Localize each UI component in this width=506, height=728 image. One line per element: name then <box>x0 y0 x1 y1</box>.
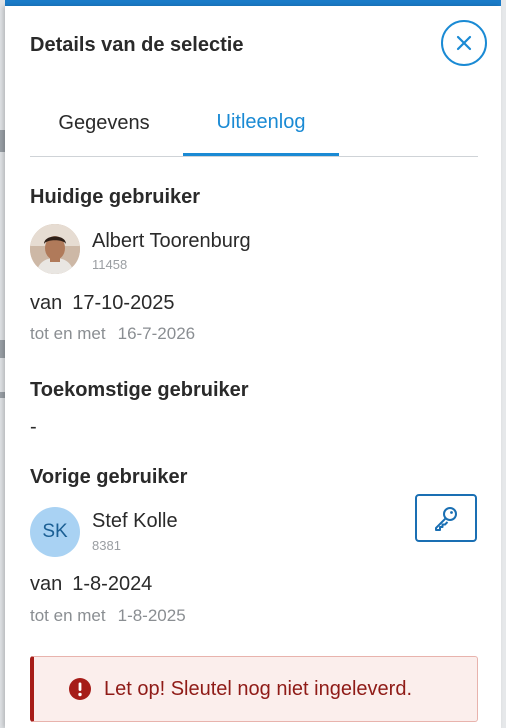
close-button[interactable] <box>441 20 487 66</box>
tab-bar: Gegevens Uitleenlog <box>30 92 478 157</box>
tab-uitleenlog[interactable]: Uitleenlog <box>183 92 339 156</box>
current-user-name: Albert Toorenburg <box>92 230 251 252</box>
previous-user-name: Stef Kolle <box>92 510 178 532</box>
until-label: tot en met <box>30 606 106 625</box>
future-user-heading: Toekomstige gebruiker <box>30 379 249 401</box>
avatar: SK <box>30 507 80 557</box>
exclamation-circle-icon <box>68 677 92 701</box>
from-label: van <box>30 573 63 595</box>
previous-user-id: 8381 <box>92 538 121 553</box>
current-user-heading: Huidige gebruiker <box>30 186 201 208</box>
future-user-value: - <box>30 416 37 438</box>
close-icon <box>456 35 472 51</box>
current-user-until: tot en met 16-7-2026 <box>30 324 195 344</box>
current-user-from: van 17-10-2025 <box>30 292 175 315</box>
from-date: 1-8-2024 <box>72 573 153 595</box>
user-photo-icon <box>30 224 80 274</box>
panel-title: Details van de selectie <box>30 34 244 56</box>
tab-gegevens[interactable]: Gegevens <box>30 92 178 155</box>
current-user-id: 11458 <box>92 257 128 272</box>
warning-alert: Let op! Sleutel nog niet ingeleverd. <box>30 656 478 722</box>
until-date: 1-8-2025 <box>117 606 186 625</box>
from-date: 17-10-2025 <box>72 292 175 314</box>
until-date: 16-7-2026 <box>117 324 196 343</box>
key-icon <box>435 507 457 531</box>
until-label: tot en met <box>30 324 106 343</box>
from-label: van <box>30 292 63 314</box>
avatar <box>30 224 80 274</box>
alert-message: Let op! Sleutel nog niet ingeleverd. <box>104 677 412 700</box>
screen: Details van de selectie Gegevens Uitleen… <box>0 0 506 728</box>
previous-user-heading: Vorige gebruiker <box>30 466 188 488</box>
key-button[interactable] <box>415 494 477 542</box>
previous-user-from: van 1-8-2024 <box>30 573 152 596</box>
previous-user-until: tot en met 1-8-2025 <box>30 606 186 626</box>
scrollbar-track[interactable] <box>501 0 506 728</box>
selection-details-panel: Details van de selectie Gegevens Uitleen… <box>5 6 501 728</box>
